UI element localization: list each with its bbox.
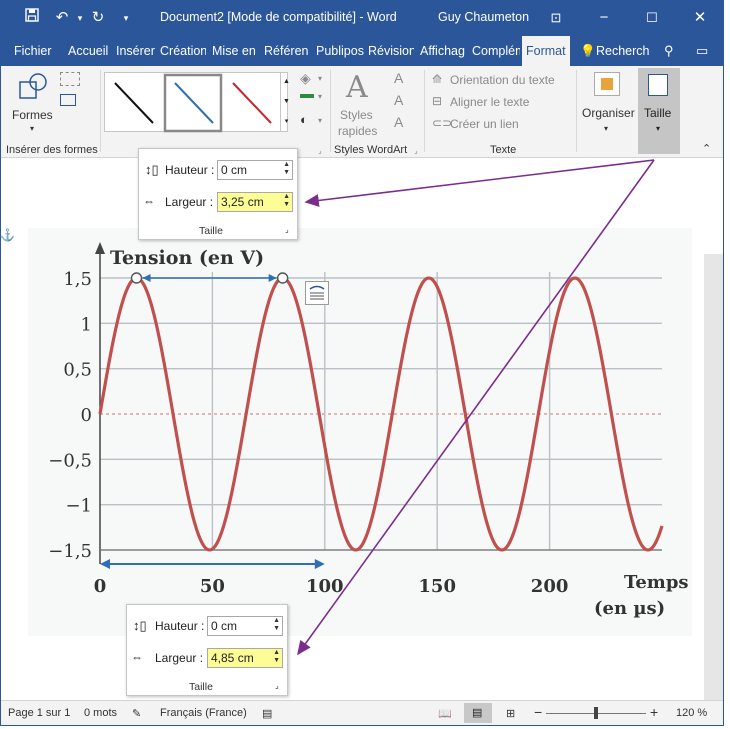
macro-icon[interactable]: ▤	[262, 707, 272, 720]
zoom-in-icon[interactable]: +	[650, 704, 658, 720]
page-count[interactable]: Page 1 sur 1	[8, 707, 70, 719]
language[interactable]: Français (France)	[160, 707, 247, 719]
web-layout-icon[interactable]: ⊞	[506, 707, 515, 720]
arrow-to-bottom-popup	[297, 159, 655, 656]
proofing-icon[interactable]: ✎	[132, 707, 141, 720]
arrow-to-top-popup	[304, 159, 655, 207]
zoom-slider-thumb[interactable]	[594, 707, 598, 719]
print-layout-button[interactable]: ▤	[464, 703, 492, 723]
zoom-level[interactable]: 120 %	[676, 707, 707, 719]
zoom-out-icon[interactable]: −	[534, 704, 542, 720]
status-bar: Page 1 sur 1 0 mots ✎ Français (France) …	[0, 700, 724, 726]
print-layout-icon: ▤	[472, 707, 483, 719]
annotation-arrows	[297, 159, 655, 656]
read-mode-icon[interactable]: 📖	[438, 707, 452, 720]
word-count[interactable]: 0 mots	[84, 707, 117, 719]
